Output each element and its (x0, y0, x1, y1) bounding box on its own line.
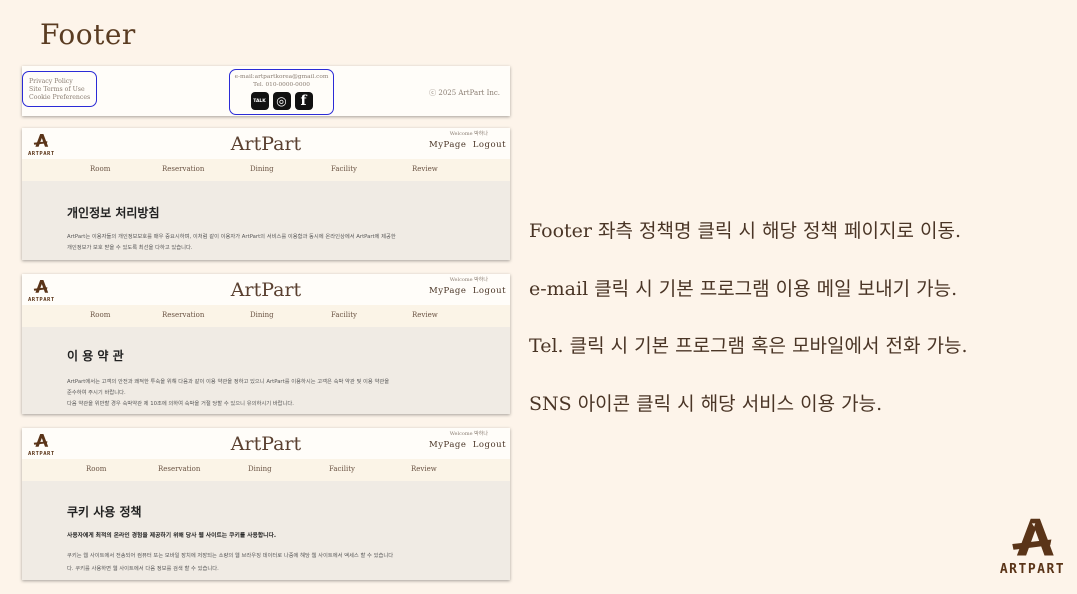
sns-icons: TALK ◎ f (230, 92, 333, 110)
privacy-policy-page: ARTPART ArtPart Welcome 박하나 MyPage Logou… (22, 128, 510, 260)
footer-preview: Privacy Policy Site Terms of Use Cookie … (22, 66, 510, 116)
page-title: 이 용 약 관 (67, 349, 124, 363)
welcome-text: Welcome 박하나 (449, 277, 488, 283)
contact-highlight: e-mail:artpartkorea@gmail.com Tel. 010-0… (229, 69, 334, 115)
tel-link[interactable]: Tel. 010-0000-0000 (230, 81, 333, 89)
page-title: 쿠키 사용 정책 (67, 505, 142, 519)
nav-dining[interactable]: Dining (250, 165, 274, 173)
artpart-logo-icon (1011, 518, 1054, 556)
nav-facility[interactable]: Facility (331, 311, 357, 319)
brand-logo: ARTPART (995, 516, 1070, 577)
nav-reservation[interactable]: Reservation (162, 311, 204, 319)
main-nav: Room Reservation Dining Facility Review (22, 305, 510, 327)
nav-room[interactable]: Room (86, 465, 106, 473)
description-line-4: SNS 아이콘 클릭 시 해당 서비스 이용 가능. (529, 393, 883, 415)
description-line-1: Footer 좌측 정책명 클릭 시 해당 정책 페이지로 이동. (529, 220, 961, 242)
description-line-3: Tel. 클릭 시 기본 프로그램 혹은 모바일에서 전화 가능. (529, 335, 968, 357)
page-body-line: 개인정보가 보호 받을 수 있도록 최선을 다하고 있습니다. (67, 245, 193, 251)
main-nav: Room Reservation Dining Facility Review (22, 159, 510, 181)
user-menu: MyPage Logout (429, 286, 506, 296)
page-body-line: 쿠키는 웹 사이트에서 전송되어 컴퓨터 또는 모바일 장치에 저장되는 소량의… (67, 553, 394, 559)
terms-of-use-page: ARTPART ArtPart Welcome 박하나 MyPage Logou… (22, 274, 510, 414)
nav-facility[interactable]: Facility (331, 165, 357, 173)
nav-review[interactable]: Review (412, 311, 438, 319)
logout-link[interactable]: Logout (473, 140, 506, 150)
nav-reservation[interactable]: Reservation (158, 465, 200, 473)
nav-review[interactable]: Review (412, 165, 438, 173)
page-body-line: 다음 약관을 위반할 경우 숙박약관 제 10조에 의하여 숙박을 거절 당할 … (67, 401, 294, 407)
nav-room[interactable]: Room (90, 311, 110, 319)
site-header: ARTPART ArtPart Welcome 박하나 MyPage Logou… (22, 428, 510, 459)
page-subtitle: 사용자에게 최적의 온라인 경험을 제공하기 위해 당사 웹 사이트는 쿠키를 … (67, 533, 277, 539)
mypage-link[interactable]: MyPage (429, 440, 466, 450)
cookie-policy-page: ARTPART ArtPart Welcome 박하나 MyPage Logou… (22, 428, 510, 580)
page-body-line: 준수하여 주시기 바랍니다. (67, 390, 126, 396)
email-link[interactable]: e-mail:artpartkorea@gmail.com (230, 73, 333, 81)
site-header: ARTPART ArtPart Welcome 박하나 MyPage Logou… (22, 274, 510, 305)
privacy-policy-link[interactable]: Privacy Policy (29, 78, 96, 86)
description-line-2: e-mail 클릭 시 기본 프로그램 이용 메일 보내기 가능. (529, 278, 958, 300)
terms-of-use-link[interactable]: Site Terms of Use (29, 86, 96, 94)
page-body-line: ArtPart에서는 고객의 안전과 쾌적한 투숙을 위해 다음과 같이 이용 … (67, 379, 390, 385)
nav-facility[interactable]: Facility (329, 465, 355, 473)
nav-reservation[interactable]: Reservation (162, 165, 204, 173)
mypage-link[interactable]: MyPage (429, 140, 466, 150)
policy-links-highlight: Privacy Policy Site Terms of Use Cookie … (22, 71, 97, 107)
page-title: 개인정보 처리방침 (67, 206, 160, 220)
logout-link[interactable]: Logout (473, 286, 506, 296)
kakaotalk-icon[interactable]: TALK (250, 92, 269, 110)
logout-link[interactable]: Logout (473, 440, 506, 450)
instagram-icon[interactable]: ◎ (272, 92, 291, 110)
user-menu: MyPage Logout (429, 140, 506, 150)
facebook-icon[interactable]: f (294, 92, 313, 110)
welcome-text: Welcome 박하나 (449, 431, 488, 437)
nav-room[interactable]: Room (90, 165, 110, 173)
cookie-preferences-link[interactable]: Cookie Preferences (29, 94, 96, 102)
main-nav: Room Reservation Dining Facility Review (22, 459, 510, 481)
user-menu: MyPage Logout (429, 440, 506, 450)
nav-dining[interactable]: Dining (250, 311, 274, 319)
welcome-text: Welcome 박하나 (449, 131, 488, 137)
nav-review[interactable]: Review (411, 465, 437, 473)
slide-title: Footer (40, 18, 136, 51)
mypage-link[interactable]: MyPage (429, 286, 466, 296)
brand-logo-text: ARTPART (999, 562, 1066, 577)
page-body-line: 다. 쿠키를 사용하면 웹 사이트에서 다음 정보를 검색 할 수 있습니다. (67, 566, 219, 572)
site-header: ARTPART ArtPart Welcome 박하나 MyPage Logou… (22, 128, 510, 159)
nav-dining[interactable]: Dining (248, 465, 272, 473)
copyright-text: ⓒ 2025 ArtPart Inc. (429, 89, 500, 97)
page-body-line: ArtPart는 이용자들의 개인정보보호를 매우 중요시하며, 이처럼 같이 … (67, 234, 396, 240)
